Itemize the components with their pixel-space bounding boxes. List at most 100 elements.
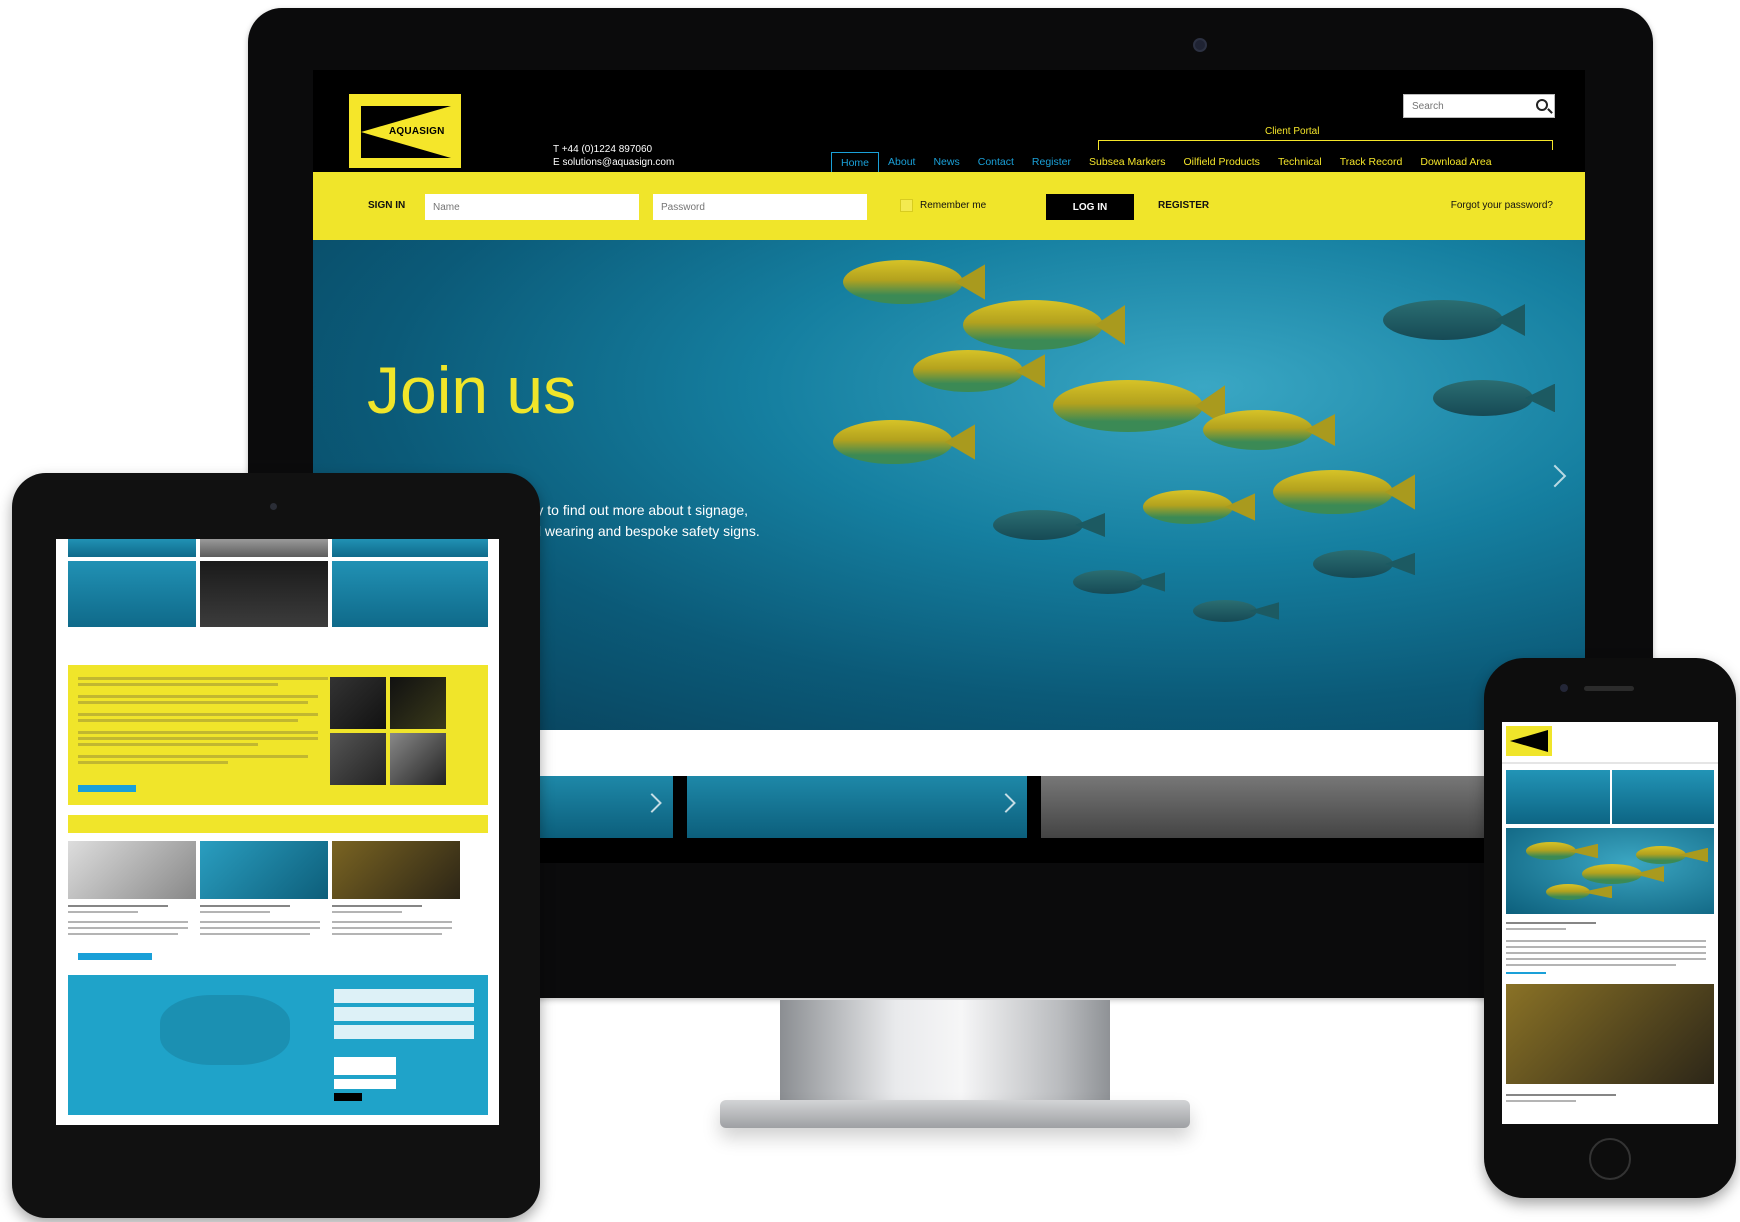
text-line bbox=[78, 737, 318, 740]
forgot-password-link[interactable]: Forgot your password? bbox=[1451, 200, 1553, 211]
text-line bbox=[78, 701, 308, 704]
enquiry-field[interactable] bbox=[334, 989, 474, 1003]
fish-image bbox=[1526, 842, 1576, 860]
fish-image bbox=[843, 260, 963, 304]
sign-in-bar: SIGN IN Remember me LOG IN REGISTER Forg… bbox=[313, 172, 1585, 240]
feature-tile[interactable] bbox=[687, 776, 1027, 838]
news-card[interactable] bbox=[332, 841, 468, 899]
sign-in-label: SIGN IN bbox=[368, 200, 406, 211]
text-line bbox=[78, 743, 258, 746]
view-projects-button[interactable] bbox=[78, 785, 136, 792]
intro-panel bbox=[68, 665, 488, 805]
fish-image bbox=[993, 510, 1083, 540]
logo-text: AQUASIGN bbox=[389, 126, 445, 137]
news-image[interactable] bbox=[1506, 828, 1714, 914]
iphone-speaker bbox=[1584, 686, 1634, 691]
client-portal-bracket bbox=[1098, 140, 1553, 150]
login-button[interactable]: LOG IN bbox=[1046, 194, 1134, 220]
fish-image bbox=[1313, 550, 1393, 578]
text-line bbox=[68, 933, 178, 935]
read-more-link[interactable] bbox=[1506, 972, 1546, 974]
text-line bbox=[332, 921, 452, 923]
nav-download-area[interactable]: Download Area bbox=[1411, 152, 1500, 174]
fish-image bbox=[913, 350, 1023, 392]
nav-home[interactable]: Home bbox=[831, 152, 880, 174]
nav-news[interactable]: News bbox=[924, 152, 968, 174]
logo-icon[interactable] bbox=[1506, 726, 1552, 756]
hero-title: Join us bbox=[367, 353, 577, 427]
password-input[interactable] bbox=[653, 194, 867, 220]
text-line bbox=[78, 695, 318, 698]
contact-phone: T +44 (0)1224 897060 bbox=[553, 144, 653, 155]
news-card[interactable] bbox=[68, 841, 204, 899]
nav-contact[interactable]: Contact bbox=[969, 152, 1023, 174]
text-line bbox=[78, 755, 308, 758]
tile-thumbnail[interactable] bbox=[332, 539, 488, 557]
text-line bbox=[78, 677, 328, 680]
device-mockup-stage: AQUASIGN T +44 (0)1224 897060 E solution… bbox=[0, 0, 1740, 1222]
news-image[interactable] bbox=[1506, 984, 1714, 1084]
tile-thumbnail[interactable] bbox=[68, 561, 196, 627]
remember-me-checkbox[interactable] bbox=[900, 199, 913, 212]
webcam bbox=[1193, 38, 1207, 52]
text-line bbox=[1506, 958, 1706, 960]
contact-email[interactable]: E solutions@aquasign.com bbox=[553, 156, 674, 169]
tile-thumbnail[interactable] bbox=[1612, 770, 1714, 824]
search-icon[interactable] bbox=[1536, 99, 1548, 111]
nav-technical[interactable]: Technical bbox=[1269, 152, 1331, 174]
fish-image bbox=[963, 300, 1103, 350]
news-card[interactable] bbox=[200, 841, 336, 899]
name-input[interactable] bbox=[425, 194, 639, 220]
nav-subsea-markers[interactable]: Subsea Markers bbox=[1080, 152, 1174, 174]
captcha-input[interactable] bbox=[334, 1079, 396, 1089]
product-image bbox=[390, 733, 446, 785]
text-line bbox=[332, 933, 442, 935]
tile-thumbnail[interactable] bbox=[200, 561, 328, 627]
text-line bbox=[1506, 940, 1706, 942]
nav-about[interactable]: About bbox=[879, 152, 924, 174]
tile-thumbnail[interactable] bbox=[1506, 770, 1610, 824]
news-image bbox=[68, 841, 196, 899]
text-line bbox=[78, 713, 318, 716]
text-line bbox=[68, 921, 188, 923]
home-button[interactable] bbox=[1589, 1138, 1631, 1180]
text-line bbox=[332, 905, 422, 907]
divider bbox=[1502, 762, 1718, 764]
tile-thumbnail[interactable] bbox=[200, 539, 328, 557]
text-line bbox=[200, 911, 270, 913]
search-input[interactable] bbox=[1404, 95, 1524, 117]
client-portal-label: Client Portal bbox=[1265, 126, 1320, 137]
nav-track-record[interactable]: Track Record bbox=[1331, 152, 1412, 174]
ipad-camera bbox=[270, 503, 277, 510]
nav-register[interactable]: Register bbox=[1023, 152, 1080, 174]
text-line bbox=[68, 905, 168, 907]
section-band bbox=[68, 815, 488, 833]
world-map bbox=[160, 995, 290, 1065]
text-line bbox=[1506, 964, 1676, 966]
nav-oilfield-products[interactable]: Oilfield Products bbox=[1174, 152, 1268, 174]
enquiry-field[interactable] bbox=[334, 1025, 474, 1039]
main-nav: Home About News Contact Register Subsea … bbox=[831, 152, 1501, 174]
fish-image bbox=[1433, 380, 1533, 416]
chevron-right-icon bbox=[642, 793, 662, 813]
iphone-frame bbox=[1484, 658, 1736, 1198]
view-all-news-button[interactable] bbox=[78, 953, 152, 960]
product-image bbox=[330, 677, 386, 729]
tile-thumbnail[interactable] bbox=[332, 561, 488, 627]
enquiry-field[interactable] bbox=[334, 1007, 474, 1021]
text-line bbox=[1506, 946, 1706, 948]
news-image bbox=[332, 841, 460, 899]
chevron-right-icon bbox=[996, 793, 1016, 813]
product-image bbox=[390, 677, 446, 729]
logo[interactable]: AQUASIGN bbox=[349, 94, 461, 168]
send-button[interactable] bbox=[334, 1093, 362, 1101]
news-image bbox=[200, 841, 328, 899]
contact-map-panel bbox=[68, 975, 488, 1115]
chevron-right-icon[interactable] bbox=[1543, 464, 1567, 488]
tile-thumbnail[interactable] bbox=[68, 539, 196, 557]
register-link[interactable]: REGISTER bbox=[1158, 200, 1209, 211]
product-image bbox=[330, 733, 386, 785]
text-line bbox=[1506, 1094, 1616, 1096]
text-line bbox=[200, 921, 320, 923]
text-line bbox=[1506, 922, 1596, 924]
